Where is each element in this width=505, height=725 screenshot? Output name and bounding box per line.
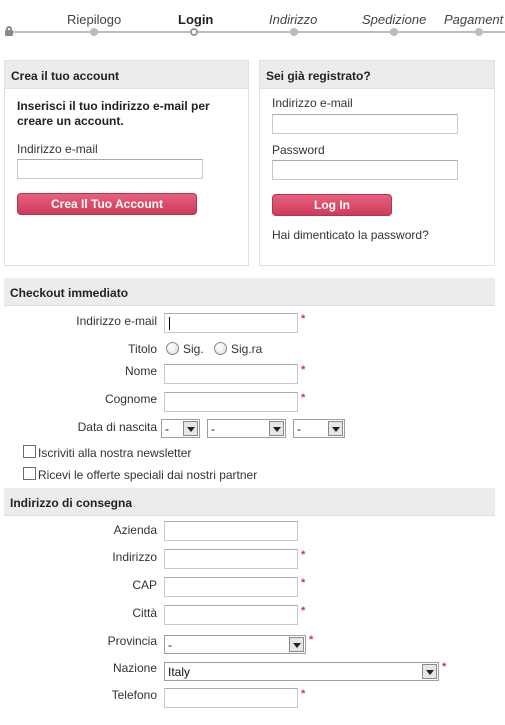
checkout-email-label: Indirizzo e-mail [76,314,157,328]
login-button[interactable]: Log In [272,194,392,216]
step-dot-current [190,28,198,36]
checkout-progress: Riepilogo Login Indirizzo Spedizione Pag… [0,0,505,40]
birth-month-select[interactable]: - [207,419,286,438]
shipping-title: Indirizzo di consegna [4,488,495,516]
birth-day-select[interactable]: - [161,419,200,438]
title-mrs-label: Sig.ra [231,342,263,356]
step-dot [475,28,483,36]
lock-icon [5,26,13,36]
login-box: Sei già registrato? Indirizzo e-mail Pas… [259,60,495,266]
chevron-down-icon [269,421,284,436]
password-input[interactable] [272,160,458,180]
chevron-down-icon [183,421,198,436]
step-dot [390,28,398,36]
required-mark: * [301,313,306,325]
create-account-intro: Inserisci il tuo indirizzo e-mail per cr… [17,99,210,128]
province-select[interactable]: - [164,635,306,654]
offers-checkbox[interactable] [23,467,36,480]
title-label: Titolo [128,342,157,356]
required-mark: * [442,661,447,673]
country-label: Nazione [112,661,157,675]
step-payment: Pagament [444,12,504,27]
chevron-down-icon [422,664,437,679]
checkout-title: Checkout immediato [4,278,495,306]
create-email-input[interactable] [17,159,203,179]
step-address: Indirizzo [269,12,318,27]
phone-input[interactable] [164,688,298,708]
offers-label: Ricevi le offerte speciali dai nostri pa… [38,468,258,482]
step-dot [290,28,298,36]
address-input[interactable] [164,549,298,569]
address-label: Indirizzo [112,550,157,564]
step-dot [90,28,98,36]
chevron-down-icon [289,637,304,652]
login-email-input[interactable] [272,114,458,134]
title-mr-radio[interactable] [166,342,179,355]
login-email-label: Indirizzo e-mail [272,96,353,110]
progress-line [8,31,505,33]
title-mr-label: Sig. [183,342,204,356]
zip-label: CAP [132,578,157,592]
required-mark: * [301,577,306,589]
company-label: Azienda [113,523,157,537]
create-account-title: Crea il tuo account [5,61,248,89]
create-account-button[interactable]: Crea Il Tuo Account [17,193,197,215]
birth-year-select[interactable]: - [293,419,345,438]
password-label: Password [272,143,325,157]
newsletter-label: Iscriviti alla nostra newsletter [38,446,192,460]
city-input[interactable] [164,605,298,625]
chevron-down-icon [328,421,343,436]
required-mark: * [301,688,306,700]
name-input[interactable] [164,364,298,384]
title-mrs-radio[interactable] [214,342,227,355]
required-mark: * [309,634,314,646]
step-shipping: Spedizione [362,12,427,27]
required-mark: * [301,605,306,617]
city-label: Città [132,606,157,620]
create-email-label: Indirizzo e-mail [17,142,98,156]
required-mark: * [301,549,306,561]
phone-label: Telefono [111,688,157,702]
text-cursor [169,317,170,330]
step-login: Login [178,12,214,27]
zip-input[interactable] [164,577,298,597]
checkout-email-input[interactable] [164,313,298,333]
country-select[interactable]: Italy [164,662,439,681]
name-label: Nome [124,364,157,378]
surname-label: Cognome [104,392,157,406]
province-label: Provincia [107,634,157,648]
required-mark: * [301,392,306,404]
step-summary: Riepilogo [67,12,122,27]
forgot-password-link[interactable]: Hai dimenticato la password? [272,228,429,242]
company-input[interactable] [164,521,298,541]
surname-input[interactable] [164,392,298,412]
birthdate-label: Data di nascita [77,420,157,434]
login-title: Sei già registrato? [260,61,494,89]
create-account-box: Crea il tuo account Inserisci il tuo ind… [4,60,249,266]
required-mark: * [301,364,306,376]
newsletter-checkbox[interactable] [23,445,36,458]
